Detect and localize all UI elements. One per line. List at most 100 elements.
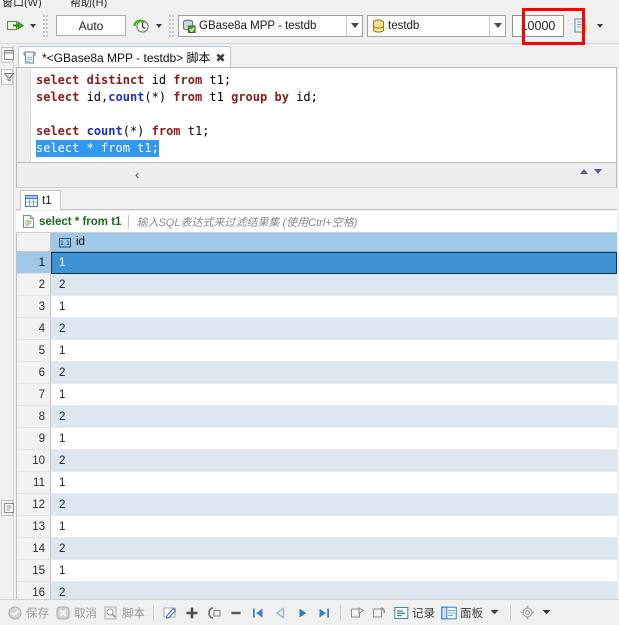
chevron-down-icon[interactable] xyxy=(486,605,502,621)
save-button[interactable]: 保存 xyxy=(4,602,52,624)
cell-id[interactable]: 2 xyxy=(51,494,617,516)
collapse-marker[interactable]: ‹ xyxy=(135,167,139,182)
row-number-cell[interactable]: 3 xyxy=(17,296,51,318)
table-row[interactable]: 42 xyxy=(17,318,617,340)
row-number-cell[interactable]: 10 xyxy=(17,450,51,472)
schema-dropdown-button[interactable] xyxy=(489,15,505,36)
rail-restore-view-button[interactable] xyxy=(1,47,14,63)
table-row[interactable]: 31 xyxy=(17,296,617,318)
menu-item-window[interactable]: 窗口(W) xyxy=(2,0,42,8)
cell-id[interactable]: 1 xyxy=(51,516,617,538)
row-number-cell[interactable]: 5 xyxy=(17,340,51,362)
filter-placeholder[interactable]: 输入SQL表达式来过滤结果集 (使用Ctrl+空格) xyxy=(136,214,357,230)
records-view-button[interactable]: 记录 xyxy=(390,602,438,624)
table-row[interactable]: 91 xyxy=(17,428,617,450)
connection-dropdown-button[interactable] xyxy=(346,15,362,36)
auto-commit-button[interactable]: Auto xyxy=(56,15,126,36)
cell-id[interactable]: 2 xyxy=(51,406,617,428)
results-filter-bar[interactable]: select * from t1 输入SQL表达式来过滤结果集 (使用Ctrl+… xyxy=(16,211,617,233)
toolbar-grip[interactable] xyxy=(43,14,48,37)
connection-selector[interactable]: GBase8a MPP - testdb xyxy=(178,14,363,37)
fetch-all-rows-button[interactable] xyxy=(368,602,390,624)
table-row[interactable]: 51 xyxy=(17,340,617,362)
cell-id[interactable]: 2 xyxy=(51,318,617,340)
first-page-button[interactable] xyxy=(247,602,269,624)
cancel-button[interactable]: 取消 xyxy=(52,602,100,624)
prev-page-button[interactable] xyxy=(269,602,291,624)
table-row[interactable]: 82 xyxy=(17,406,617,428)
cell-id[interactable]: 2 xyxy=(51,582,617,599)
commit-mode-dropdown-button[interactable] xyxy=(152,15,165,37)
menu-item-help[interactable]: 帮助(H) xyxy=(70,0,107,8)
row-number-cell[interactable]: 15 xyxy=(17,560,51,582)
row-number-cell[interactable]: 4 xyxy=(17,318,51,340)
execute-dropdown-button[interactable] xyxy=(26,15,39,37)
row-number-cell[interactable]: 11 xyxy=(17,472,51,494)
last-page-button[interactable] xyxy=(313,602,335,624)
cell-id[interactable]: 2 xyxy=(51,450,617,472)
execute-statement-button[interactable] xyxy=(4,15,26,37)
row-number-cell[interactable]: 8 xyxy=(17,406,51,428)
commit-mode-button[interactable] xyxy=(130,15,152,37)
row-number-cell[interactable]: 16 xyxy=(17,582,51,599)
table-row[interactable]: 14 2 xyxy=(17,538,617,560)
fetch-size-input[interactable] xyxy=(512,14,564,37)
chevron-down-icon[interactable] xyxy=(538,605,554,621)
row-number-cell[interactable]: 6 xyxy=(17,362,51,384)
cell-id[interactable]: 2 xyxy=(51,274,617,296)
table-row[interactable]: 62 xyxy=(17,362,617,384)
cell-id[interactable]: 2 xyxy=(51,538,617,560)
grid-corner-cell[interactable] xyxy=(17,233,51,252)
row-number-cell[interactable]: 12 xyxy=(17,494,51,516)
table-row[interactable]: 10 2 xyxy=(17,450,617,472)
row-number-cell[interactable]: 13 xyxy=(17,516,51,538)
nav-down-icon[interactable] xyxy=(594,169,602,174)
table-row[interactable]: 11 xyxy=(17,252,617,274)
toolbar-grip-2[interactable] xyxy=(169,14,174,37)
row-number-cell[interactable]: 7 xyxy=(17,384,51,406)
cell-id[interactable]: 1 xyxy=(51,340,617,362)
table-row[interactable]: 11 1 xyxy=(17,472,617,494)
cell-id[interactable]: 1 xyxy=(51,560,617,582)
next-page-button[interactable] xyxy=(291,602,313,624)
schema-selector[interactable]: testdb xyxy=(367,14,506,37)
row-number-cell[interactable]: 1 xyxy=(17,252,51,274)
table-row[interactable]: 16 2 xyxy=(17,582,617,599)
cell-id[interactable]: 2 xyxy=(51,362,617,384)
cell-id[interactable]: 1 xyxy=(51,296,617,318)
cell-id[interactable]: 1 xyxy=(51,252,617,274)
row-number-cell[interactable]: 2 xyxy=(17,274,51,296)
transaction-log-button[interactable] xyxy=(571,15,593,37)
grid-body[interactable]: 1 1 2 2 3 1 4 2 5 1 6 2 7 1 8 2 9 1 10 2 11 1 12 2 13 1 14 2 15 1 16 2 xyxy=(17,252,617,599)
cell-id[interactable]: 1 xyxy=(51,428,617,450)
editor-tab-sql-script[interactable]: *<GBase8a MPP - testdb> 脚本 ✖ xyxy=(18,46,231,68)
row-number-cell[interactable]: 9 xyxy=(17,428,51,450)
table-row[interactable]: 22 xyxy=(17,274,617,296)
results-tab-t1[interactable]: t1 xyxy=(20,190,61,210)
results-grid[interactable]: 1.1 id 1 1 2 2 3 1 4 2 5 1 6 2 7 1 8 2 9 1 10 2 11 1 12 2 13 1 14 2… xyxy=(16,233,617,599)
editor-gutter[interactable] xyxy=(17,68,31,162)
panels-view-button[interactable]: 面板 xyxy=(438,602,505,624)
rail-projects-view-button[interactable] xyxy=(1,500,14,516)
rail-filter-button[interactable] xyxy=(1,69,14,85)
fetch-next-page-button[interactable] xyxy=(346,602,368,624)
cell-id[interactable]: 1 xyxy=(51,384,617,406)
sql-code-area[interactable]: select distinct id from t1; select id,cou… xyxy=(31,68,616,162)
edit-cell-button[interactable] xyxy=(159,602,181,624)
transaction-dropdown-button[interactable] xyxy=(593,15,606,37)
nav-up-icon[interactable] xyxy=(580,169,588,174)
row-number-cell[interactable]: 14 xyxy=(17,538,51,560)
table-row[interactable]: 13 1 xyxy=(17,516,617,538)
sql-editor[interactable]: select distinct id from t1; select id,cou… xyxy=(16,67,617,163)
add-row-button[interactable] xyxy=(181,602,203,624)
duplicate-row-button[interactable] xyxy=(203,602,225,624)
cell-id[interactable]: 1 xyxy=(51,472,617,494)
settings-button[interactable] xyxy=(516,602,557,624)
grid-column-header-id[interactable]: 1.1 id xyxy=(51,233,617,252)
table-row[interactable]: 15 1 xyxy=(17,560,617,582)
delete-row-button[interactable] xyxy=(225,602,247,624)
table-row[interactable]: 71 xyxy=(17,384,617,406)
generate-script-button[interactable]: 脚本 xyxy=(100,602,148,624)
table-row[interactable]: 12 2 xyxy=(17,494,617,516)
close-icon[interactable]: ✖ xyxy=(216,52,226,64)
